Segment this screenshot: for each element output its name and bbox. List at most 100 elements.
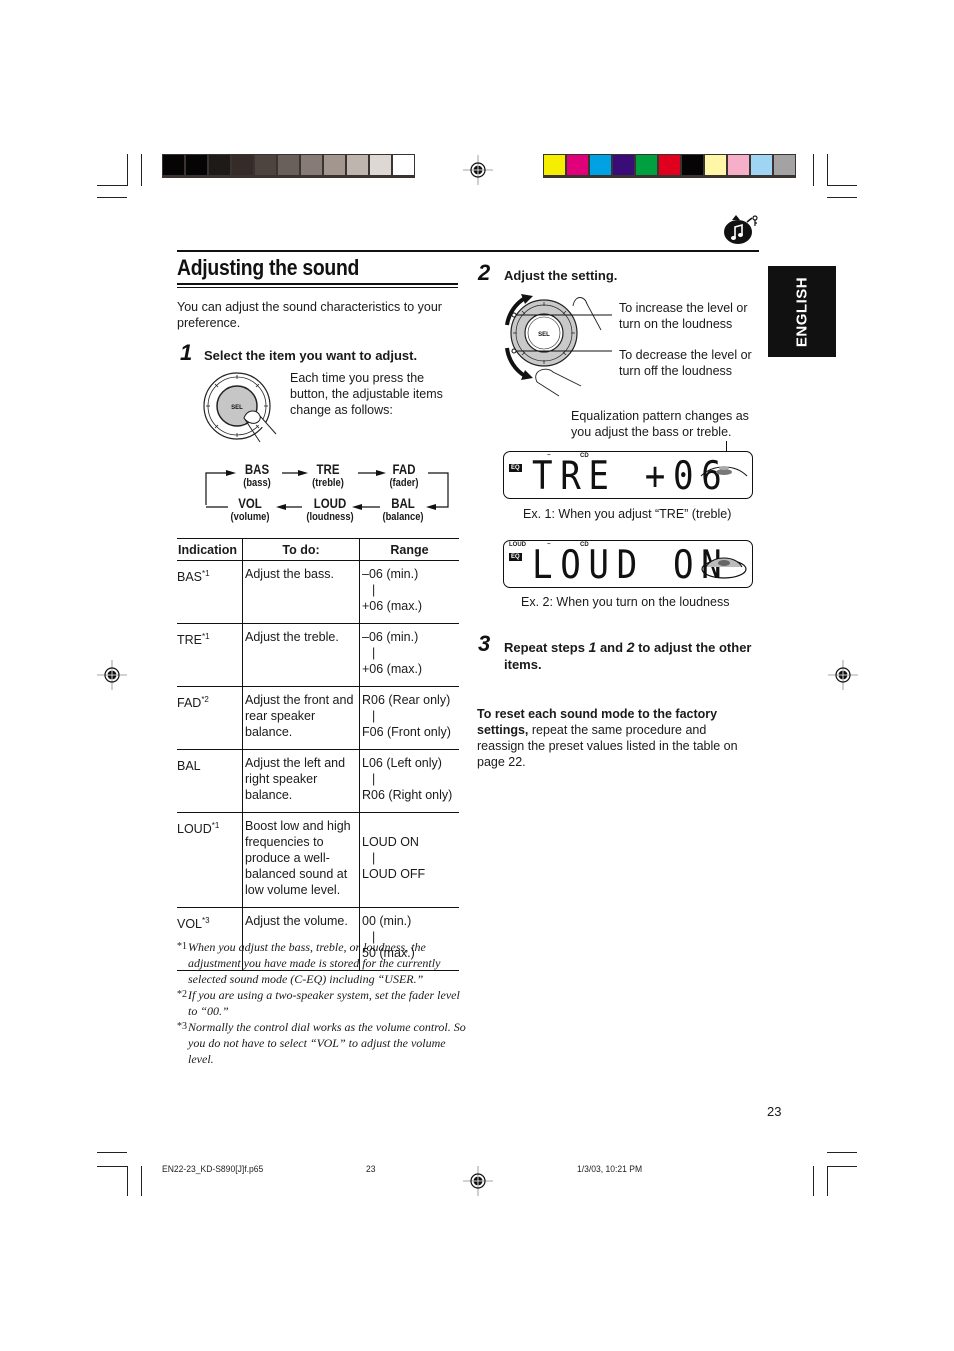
footnote-ref: *3 bbox=[202, 916, 210, 925]
reset-note: To reset each sound mode to the factory … bbox=[477, 706, 757, 770]
footnote-text: Normally the control dial works as the v… bbox=[188, 1020, 466, 1066]
color-swatch bbox=[324, 155, 345, 175]
range-separator: | bbox=[372, 772, 376, 786]
color-swatch bbox=[751, 155, 772, 175]
range-separator: | bbox=[372, 851, 376, 865]
loudness-disc-icon bbox=[701, 557, 747, 579]
range-to: +06 (max.) bbox=[362, 599, 423, 613]
cycle-item-tre: TRE (treble) bbox=[294, 463, 362, 490]
color-swatch bbox=[255, 155, 276, 175]
todo-cell: Adjust the left and right speaker balanc… bbox=[242, 749, 360, 813]
indication: BAL bbox=[177, 759, 201, 773]
color-bar bbox=[543, 154, 796, 178]
color-swatch bbox=[186, 155, 207, 175]
table-row: FAD*2 Adjust the front and rear speaker b… bbox=[177, 686, 459, 750]
indication: BAS bbox=[177, 570, 203, 584]
range-separator: | bbox=[372, 583, 376, 597]
title-underline bbox=[177, 287, 458, 288]
footer-filename: EN22-23_KD-S890[J]f.p65 bbox=[162, 1164, 264, 1175]
eq-badge: EQ bbox=[509, 464, 522, 472]
footnote: *2 If you are using a two-speaker system,… bbox=[177, 987, 467, 1019]
indication: TRE bbox=[177, 633, 202, 647]
step-3-number: 3 bbox=[478, 631, 491, 656]
cycle-item-sub: (treble) bbox=[312, 477, 344, 489]
step-1-number: 1 bbox=[180, 340, 193, 365]
increase-text: To increase the level or turn on the lou… bbox=[619, 301, 748, 331]
display-2-caption: Ex. 2: When you turn on the loudness bbox=[521, 595, 730, 609]
cycle-item-sub: (balance) bbox=[382, 511, 424, 523]
step-2-number: 2 bbox=[478, 260, 491, 285]
cycle-item-vol: VOL (volume) bbox=[216, 497, 284, 524]
footnote-ref: *2 bbox=[201, 695, 209, 704]
todo-cell: Adjust the treble. bbox=[242, 623, 360, 687]
sel-dial-rotate-icon: SEL bbox=[505, 294, 612, 397]
cycle-item-sub: (loudness) bbox=[306, 511, 354, 523]
indication: VOL bbox=[177, 917, 203, 931]
footnote-mark: *3 bbox=[177, 1021, 187, 1032]
color-swatch bbox=[636, 155, 657, 175]
eq-callout-text: Equalization pattern changes as you adju… bbox=[571, 409, 749, 439]
music-note-bag-icon bbox=[724, 215, 758, 244]
range-from: L06 (Left only) bbox=[362, 756, 442, 770]
decrease-text: To decrease the level or turn off the lo… bbox=[619, 348, 752, 378]
language-tab-label: ENGLISH bbox=[793, 276, 811, 347]
cycle-item-bas: BAS (bass) bbox=[223, 462, 291, 490]
registration-mark-icon bbox=[97, 660, 127, 690]
color-swatch bbox=[544, 155, 565, 175]
indication-cell: TRE*1 bbox=[177, 623, 243, 687]
loud-indicator: LOUD bbox=[509, 542, 526, 548]
display-1-caption: Ex. 1: When you adjust “TRE” (treble) bbox=[523, 507, 732, 521]
table-row: BAS*1 Adjust the bass. –06 (min.) | +06 (max… bbox=[177, 560, 459, 624]
range-to: F06 (Front only) bbox=[362, 725, 451, 739]
indication-cell: BAS*1 bbox=[177, 560, 243, 624]
page-number: 23 bbox=[767, 1104, 782, 1119]
cycle-item-loud: LOUD (loudness) bbox=[296, 496, 364, 524]
footnote-mark: *1 bbox=[177, 941, 187, 952]
footnote-ref: *1 bbox=[202, 632, 210, 641]
cycle-item-key: LOUD bbox=[313, 496, 347, 511]
sel-dial-press-icon: SEL bbox=[203, 372, 277, 443]
range-cell: LOUD ON | LOUD OFF bbox=[359, 812, 459, 908]
range-from: –06 (min.) bbox=[362, 630, 419, 644]
color-swatch bbox=[567, 155, 588, 175]
color-swatch bbox=[774, 155, 795, 175]
sound-settings-table: Indication To do: Range BAS*1 Adjust the … bbox=[177, 538, 459, 971]
cycle-item-bal: BAL (balance) bbox=[369, 497, 437, 524]
step-2-heading: Adjust the setting. bbox=[504, 268, 618, 283]
range-separator: | bbox=[372, 646, 376, 660]
range-to: +06 (max.) bbox=[362, 662, 423, 676]
color-swatch bbox=[682, 155, 703, 175]
range-from: 00 (min.) bbox=[362, 914, 412, 928]
footnote: *3 Normally the control dial works as the… bbox=[177, 1019, 467, 1067]
indication: FAD bbox=[177, 696, 202, 710]
range-cell: R06 (Rear only) | F06 (Front only) bbox=[359, 686, 459, 750]
step-1-description: Each time you press the button, the adju… bbox=[290, 371, 443, 417]
column-header: Indication bbox=[177, 538, 243, 561]
todo-cell: Adjust the bass. bbox=[242, 560, 360, 624]
title-rule bbox=[177, 250, 759, 252]
color-swatch bbox=[590, 155, 611, 175]
lcd-display-treble: ~ CD EQ TRE +06 bbox=[503, 451, 753, 499]
range-cell: –06 (min.) | +06 (max.) bbox=[359, 560, 459, 624]
cycle-item-fad: FAD (fader) bbox=[370, 463, 438, 490]
dial-sel-label: SEL bbox=[538, 332, 550, 338]
registration-mark-icon bbox=[463, 155, 493, 185]
footnotes: *1 When you adjust the bass, treble, or l… bbox=[177, 939, 467, 1067]
step-3-text: and bbox=[596, 640, 627, 655]
range-cell: –06 (min.) | +06 (max.) bbox=[359, 623, 459, 687]
eq-pattern-icon bbox=[700, 466, 748, 477]
registration-mark-icon bbox=[828, 660, 858, 690]
table-row: LOUD*1 Boost low and high frequencies to … bbox=[177, 812, 459, 908]
color-swatch bbox=[232, 155, 253, 175]
column-header: To do: bbox=[242, 538, 360, 561]
range-from: LOUD ON bbox=[362, 835, 419, 849]
range-cell: L06 (Left only) | R06 (Right only) bbox=[359, 749, 459, 813]
page-title: Adjusting the sound bbox=[177, 255, 360, 280]
indication: LOUD bbox=[177, 822, 212, 836]
indication-cell: LOUD*1 bbox=[177, 812, 243, 908]
grayscale-bar bbox=[162, 154, 415, 178]
cycle-item-key: BAS bbox=[244, 462, 270, 477]
range-to: LOUD OFF bbox=[362, 867, 426, 881]
range-to: R06 (Right only) bbox=[362, 788, 453, 802]
cycle-item-sub: (fader) bbox=[389, 477, 419, 489]
